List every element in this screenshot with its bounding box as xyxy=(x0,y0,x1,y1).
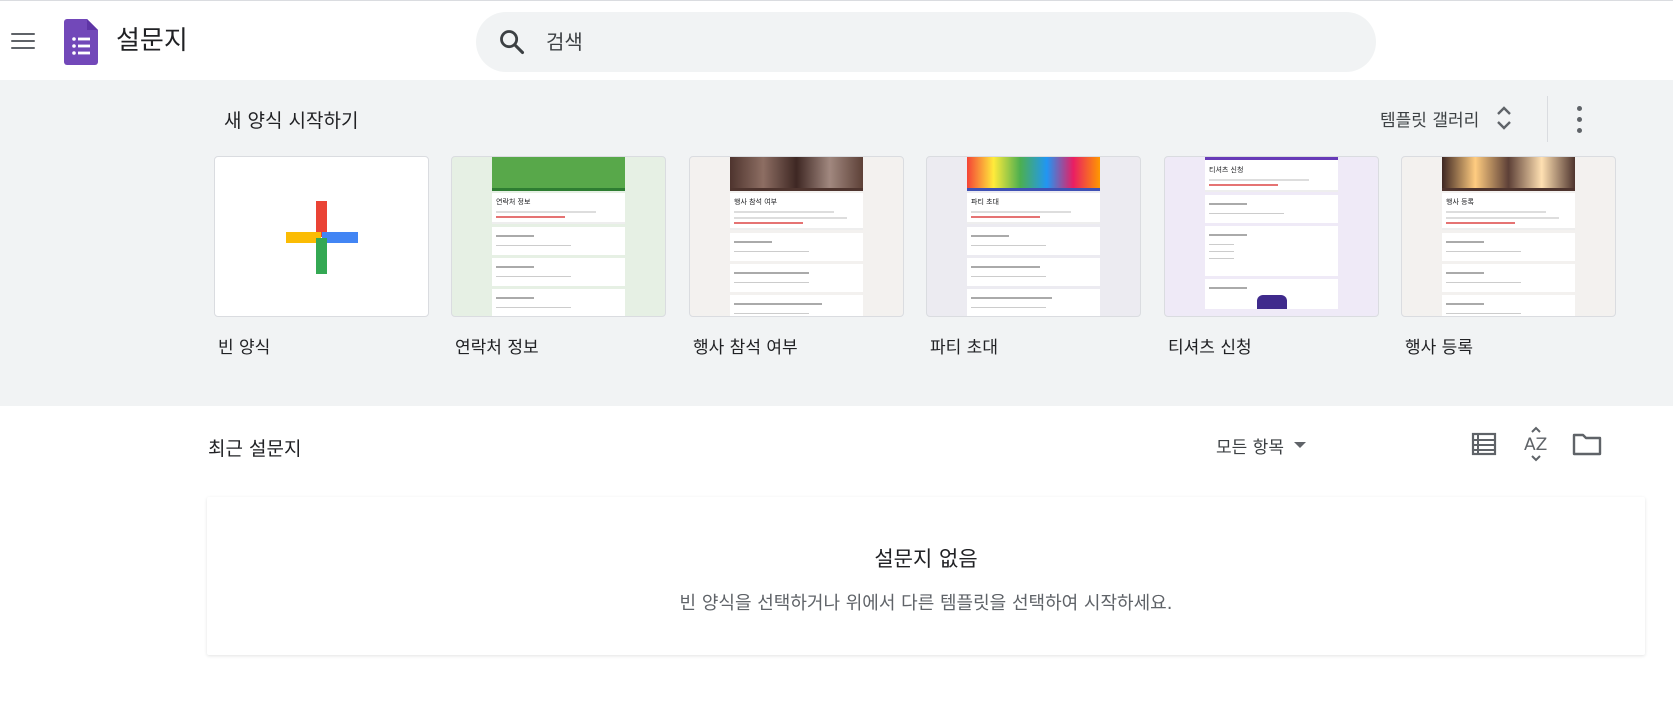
preview-banner xyxy=(1442,157,1575,191)
preview-banner xyxy=(492,157,625,191)
template-card-contact[interactable]: 연락처 정보 연락처 정보 xyxy=(451,156,666,358)
template-card-label: 행사 참석 여부 xyxy=(693,338,798,358)
search-icon[interactable] xyxy=(498,28,526,56)
template-card-label: 빈 양식 xyxy=(218,338,271,358)
preview-title: 티셔츠 신청 xyxy=(1209,166,1244,174)
plus-icon xyxy=(286,201,358,274)
preview-banner xyxy=(967,157,1100,191)
empty-state-title: 설문지 없음 xyxy=(874,547,978,571)
template-section: 새 양식 시작하기 템플릿 갤러리 빈 양식 연락처 정보 연락처 정보 행사 … xyxy=(0,80,1673,406)
empty-state-subtitle: 빈 양식을 선택하거나 위에서 다른 템플릿을 선택하여 시작하세요. xyxy=(679,593,1173,614)
template-card-label: 파티 초대 xyxy=(930,338,998,358)
caret-down-icon xyxy=(1293,442,1306,448)
menu-icon xyxy=(11,33,35,35)
app-title[interactable]: 설문지 xyxy=(116,21,188,61)
template-card-blank[interactable]: 빈 양식 xyxy=(214,156,429,358)
header-divider xyxy=(1547,96,1548,142)
template-card-party[interactable]: 파티 초대 파티 초대 xyxy=(926,156,1141,358)
preview-title: 행사 참석 여부 xyxy=(734,198,778,206)
folder-icon[interactable] xyxy=(1569,426,1605,462)
owner-filter-dropdown[interactable]: 모든 항목 xyxy=(1216,430,1306,460)
template-thumbnail[interactable] xyxy=(214,156,429,317)
more-vert-icon-dot xyxy=(1577,117,1582,122)
list-view-icon[interactable] xyxy=(1466,426,1502,462)
template-gallery-label: 템플릿 갤러리 xyxy=(1380,110,1480,131)
search-input[interactable] xyxy=(546,22,1346,62)
sort-az-icon[interactable]: AZ xyxy=(1518,426,1554,462)
template-thumbnail[interactable]: 연락처 정보 xyxy=(451,156,666,317)
more-options-button[interactable] xyxy=(1563,100,1595,140)
template-card-event[interactable]: 행사 등록 행사 등록 xyxy=(1401,156,1616,358)
template-card-label: 티셔츠 신청 xyxy=(1168,338,1252,358)
recent-forms-heading: 최근 설문지 xyxy=(208,438,302,460)
template-card-rsvp[interactable]: 행사 참석 여부 행사 참석 여부 xyxy=(689,156,904,358)
menu-icon-bar xyxy=(11,47,35,49)
search-bar[interactable] xyxy=(476,12,1376,72)
empty-state-card: 설문지 없음 빈 양식을 선택하거나 위에서 다른 템플릿을 선택하여 시작하세… xyxy=(207,497,1645,655)
template-card-tshirt[interactable]: 티셔츠 신청 티셔츠 신청 xyxy=(1164,156,1379,358)
template-card-label: 연락처 정보 xyxy=(455,338,539,358)
menu-icon-bar xyxy=(11,40,35,42)
template-section-heading: 새 양식 시작하기 xyxy=(224,110,359,132)
preview-title: 행사 등록 xyxy=(1446,198,1474,206)
more-vert-icon xyxy=(1577,106,1582,111)
app-header: 설문지 xyxy=(0,0,1673,80)
template-thumbnail[interactable]: 파티 초대 xyxy=(926,156,1141,317)
template-gallery-button[interactable]: 템플릿 갤러리 xyxy=(1380,98,1515,138)
main-menu-button[interactable] xyxy=(6,23,42,59)
preview-title: 연락처 정보 xyxy=(496,198,531,206)
template-thumbnail[interactable]: 행사 참석 여부 xyxy=(689,156,904,317)
svg-text:AZ: AZ xyxy=(1524,435,1547,455)
more-vert-icon-dot xyxy=(1577,128,1582,133)
preview-title: 파티 초대 xyxy=(971,198,999,206)
preview-banner xyxy=(730,157,863,191)
template-thumbnail[interactable]: 행사 등록 xyxy=(1401,156,1616,317)
template-card-label: 행사 등록 xyxy=(1405,338,1473,358)
template-thumbnail[interactable]: 티셔츠 신청 xyxy=(1164,156,1379,317)
owner-filter-label: 모든 항목 xyxy=(1216,437,1284,458)
unfold-more-icon xyxy=(1497,106,1512,130)
forms-logo-icon[interactable] xyxy=(64,19,98,65)
